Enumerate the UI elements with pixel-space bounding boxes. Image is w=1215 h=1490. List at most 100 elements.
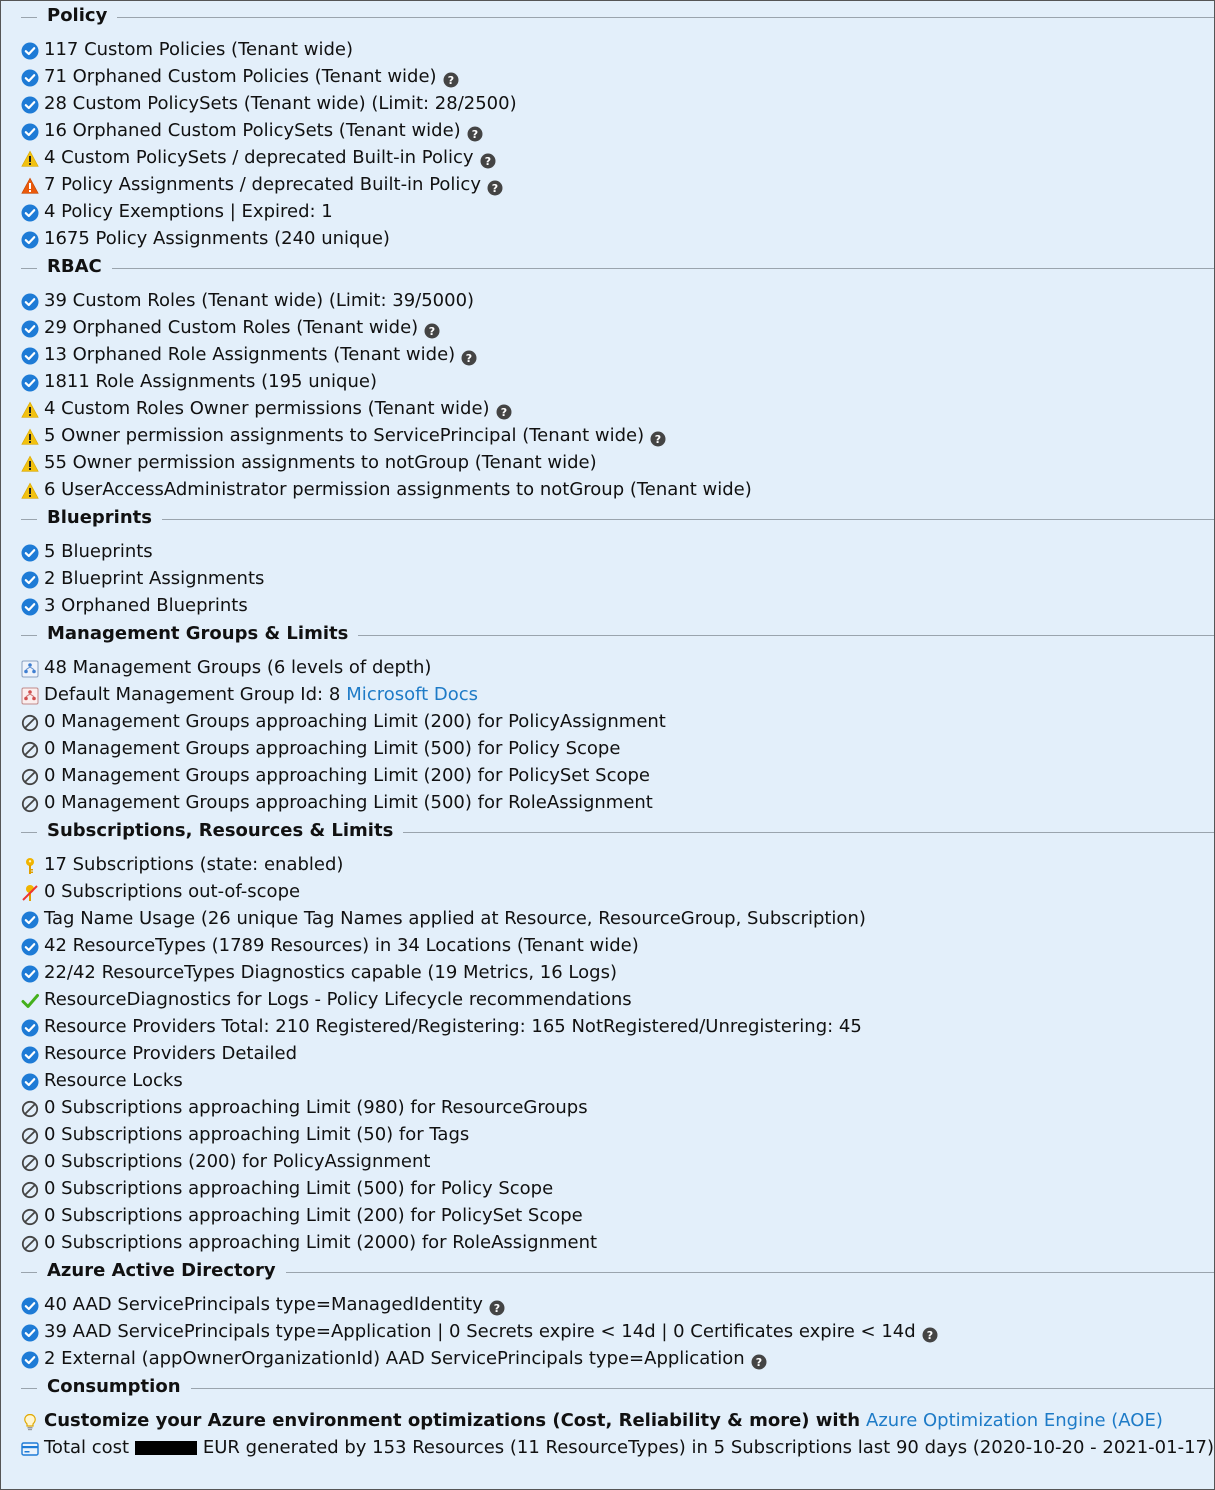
svg-text:?: ?: [655, 433, 661, 446]
section-title: RBAC: [37, 255, 112, 279]
key-icon: [21, 856, 39, 874]
list-item-label: 4 Custom Roles Owner permissions (Tenant…: [44, 398, 490, 419]
list-item[interactable]: 40 AAD ServicePrincipals type=ManagedIde…: [1, 1291, 1214, 1318]
svg-text:?: ?: [472, 128, 478, 141]
help-icon[interactable]: ?: [650, 428, 666, 446]
check-circle-icon: [21, 1296, 39, 1314]
report-panel: Policy 117 Custom Policies (Tenant wide) 7…: [0, 0, 1215, 1490]
list-item[interactable]: 4 Policy Exemptions | Expired: 1: [1, 198, 1214, 225]
list-item[interactable]: Total cost EUR generated by 153 Resources…: [1, 1434, 1214, 1461]
management-group-default-icon: [21, 686, 39, 704]
list-item[interactable]: 48 Management Groups (6 levels of depth): [1, 654, 1214, 681]
list-item[interactable]: ResourceDiagnostics for Logs - Policy Li…: [1, 986, 1214, 1013]
list-item[interactable]: 6 UserAccessAdministrator permission ass…: [1, 476, 1214, 503]
list-item[interactable]: Resource Locks: [1, 1067, 1214, 1094]
list-item[interactable]: 0 Subscriptions out-of-scope: [1, 878, 1214, 905]
list-item[interactable]: 3 Orphaned Blueprints: [1, 592, 1214, 619]
list-item[interactable]: Customize your Azure environment optimiz…: [1, 1407, 1214, 1434]
list-item[interactable]: 13 Orphaned Role Assignments (Tenant wid…: [1, 341, 1214, 368]
list-item[interactable]: 17 Subscriptions (state: enabled): [1, 851, 1214, 878]
billing-card-icon: [21, 1439, 39, 1457]
section-divider: [21, 1388, 1214, 1389]
help-icon[interactable]: ?: [443, 69, 459, 87]
check-circle-icon: [21, 1018, 39, 1036]
list-item-label: 17 Subscriptions (state: enabled): [44, 854, 344, 875]
list-item[interactable]: 39 Custom Roles (Tenant wide) (Limit: 39…: [1, 287, 1214, 314]
list-item[interactable]: 55 Owner permission assignments to notGr…: [1, 449, 1214, 476]
list-item[interactable]: 117 Custom Policies (Tenant wide): [1, 36, 1214, 63]
check-circle-icon: [21, 230, 39, 248]
help-icon[interactable]: ?: [751, 1351, 767, 1369]
section-title: Consumption: [37, 1375, 191, 1399]
list-item[interactable]: 0 Management Groups approaching Limit (5…: [1, 735, 1214, 762]
list-item-label: 4 Policy Exemptions | Expired: 1: [44, 201, 333, 222]
list-item[interactable]: Resource Providers Total: 210 Registered…: [1, 1013, 1214, 1040]
list-item-label: 0 Management Groups approaching Limit (2…: [44, 765, 650, 786]
list-item[interactable]: 28 Custom PolicySets (Tenant wide) (Limi…: [1, 90, 1214, 117]
check-circle-icon: [21, 95, 39, 113]
list-item[interactable]: 7 Policy Assignments / deprecated Built-…: [1, 171, 1214, 198]
help-icon[interactable]: ?: [461, 347, 477, 365]
section-header: Blueprints: [1, 503, 1214, 535]
list-item[interactable]: 71 Orphaned Custom Policies (Tenant wide…: [1, 63, 1214, 90]
help-icon[interactable]: ?: [922, 1324, 938, 1342]
check-circle-icon: [21, 319, 39, 337]
list-item[interactable]: 5 Blueprints: [1, 538, 1214, 565]
check-circle-icon: [21, 1045, 39, 1063]
warning-yellow-icon: [21, 149, 39, 167]
help-icon[interactable]: ?: [480, 150, 496, 168]
help-icon[interactable]: ?: [424, 320, 440, 338]
list-item[interactable]: 1675 Policy Assignments (240 unique): [1, 225, 1214, 252]
list-item-label: 0 Management Groups approaching Limit (2…: [44, 711, 666, 732]
list-item-label: 0 Subscriptions approaching Limit (200) …: [44, 1205, 583, 1226]
list-item[interactable]: 0 Subscriptions approaching Limit (2000)…: [1, 1229, 1214, 1256]
list-item[interactable]: 1811 Role Assignments (195 unique): [1, 368, 1214, 395]
list-item[interactable]: Default Management Group Id: 8 Microsoft …: [1, 681, 1214, 708]
help-icon[interactable]: ?: [487, 177, 503, 195]
list-item[interactable]: 0 Subscriptions approaching Limit (200) …: [1, 1202, 1214, 1229]
list-item[interactable]: 2 External (appOwnerOrganizationId) AAD …: [1, 1345, 1214, 1372]
list-item[interactable]: 0 Subscriptions approaching Limit (500) …: [1, 1175, 1214, 1202]
list-item[interactable]: Resource Providers Detailed: [1, 1040, 1214, 1067]
prohibited-icon: [21, 1153, 39, 1171]
svg-text:?: ?: [494, 1302, 500, 1315]
list-item[interactable]: 42 ResourceTypes (1789 Resources) in 34 …: [1, 932, 1214, 959]
list-item[interactable]: 29 Orphaned Custom Roles (Tenant wide)?: [1, 314, 1214, 341]
help-icon[interactable]: ?: [496, 401, 512, 419]
list-item[interactable]: 0 Management Groups approaching Limit (2…: [1, 762, 1214, 789]
list-item-label: 2 External (appOwnerOrganizationId) AAD …: [44, 1348, 745, 1369]
prohibited-icon: [21, 740, 39, 758]
list-item-label: 1811 Role Assignments (195 unique): [44, 371, 377, 392]
list-item[interactable]: 22/42 ResourceTypes Diagnostics capable …: [1, 959, 1214, 986]
warning-yellow-icon: [21, 400, 39, 418]
list-item[interactable]: 16 Orphaned Custom PolicySets (Tenant wi…: [1, 117, 1214, 144]
list-item[interactable]: 0 Management Groups approaching Limit (5…: [1, 789, 1214, 816]
list-item-label-prefix: Total cost: [44, 1437, 130, 1458]
list-item-label: 42 ResourceTypes (1789 Resources) in 34 …: [44, 935, 639, 956]
list-item-label: 13 Orphaned Role Assignments (Tenant wid…: [44, 344, 456, 365]
list-item[interactable]: 4 Custom Roles Owner permissions (Tenant…: [1, 395, 1214, 422]
list-item-label: Tag Name Usage (26 unique Tag Names appl…: [44, 908, 866, 929]
external-link[interactable]: Microsoft Docs: [346, 681, 478, 708]
section-title: Subscriptions, Resources & Limits: [37, 819, 404, 843]
list-item[interactable]: Tag Name Usage (26 unique Tag Names appl…: [1, 905, 1214, 932]
help-icon[interactable]: ?: [467, 123, 483, 141]
section-divider: [21, 519, 1214, 520]
list-item[interactable]: 4 Custom PolicySets / deprecated Built-i…: [1, 144, 1214, 171]
check-circle-icon: [21, 570, 39, 588]
list-item[interactable]: 5 Owner permission assignments to Servic…: [1, 422, 1214, 449]
section-divider: [21, 268, 1214, 269]
list-item[interactable]: 2 Blueprint Assignments: [1, 565, 1214, 592]
check-circle-icon: [21, 543, 39, 561]
list-item-label: ResourceDiagnostics for Logs - Policy Li…: [44, 989, 632, 1010]
list-item[interactable]: 0 Subscriptions approaching Limit (50) f…: [1, 1121, 1214, 1148]
list-item[interactable]: 39 AAD ServicePrincipals type=Applicatio…: [1, 1318, 1214, 1345]
prohibited-icon: [21, 713, 39, 731]
list-item[interactable]: 0 Subscriptions (200) for PolicyAssignme…: [1, 1148, 1214, 1175]
help-icon[interactable]: ?: [489, 1297, 505, 1315]
list-item[interactable]: 0 Management Groups approaching Limit (2…: [1, 708, 1214, 735]
external-link[interactable]: Azure Optimization Engine (AOE): [866, 1407, 1163, 1434]
check-circle-icon: [21, 964, 39, 982]
check-circle-icon: [21, 910, 39, 928]
list-item[interactable]: 0 Subscriptions approaching Limit (980) …: [1, 1094, 1214, 1121]
